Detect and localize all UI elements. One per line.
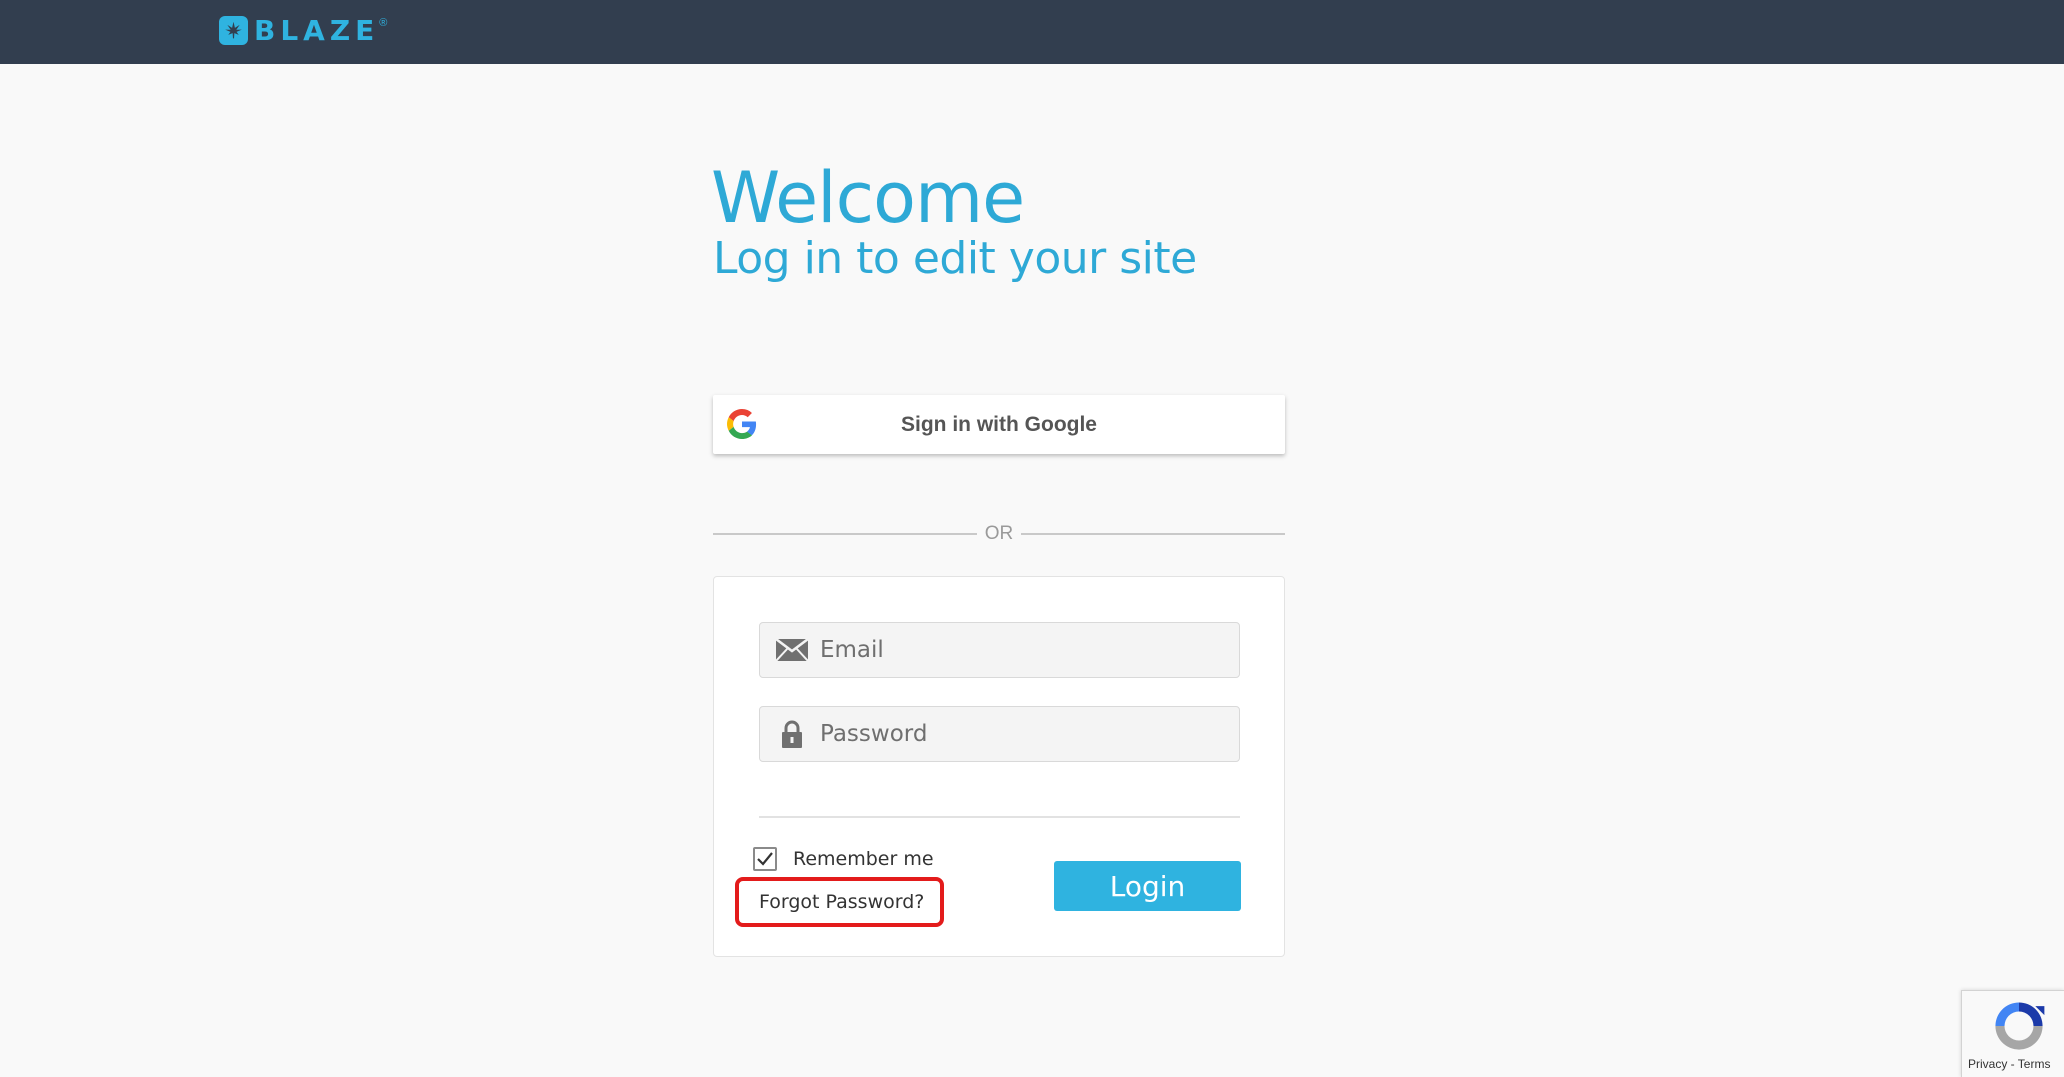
checkmark-icon <box>757 852 773 866</box>
forgot-password-link[interactable]: Forgot Password? <box>759 891 924 913</box>
email-field[interactable] <box>759 622 1240 678</box>
form-divider <box>759 816 1240 818</box>
password-field[interactable] <box>759 706 1240 762</box>
login-button[interactable]: Login <box>1054 861 1241 911</box>
blaze-logo[interactable]: BLAZE ® <box>219 13 388 47</box>
recaptcha-links: Privacy - Terms <box>1968 1057 2050 1071</box>
google-icon <box>727 409 757 439</box>
leaf-icon <box>219 15 248 45</box>
login-subtitle: Log in to edit your site <box>713 233 1197 284</box>
or-text: OR <box>984 523 1014 544</box>
lock-icon <box>775 720 809 748</box>
remember-me-option[interactable]: Remember me <box>753 847 934 871</box>
separator-line-right <box>1021 533 1285 535</box>
separator-line-left <box>713 533 977 535</box>
recaptcha-terms-link[interactable]: Terms <box>2018 1057 2051 1071</box>
registered-mark: ® <box>379 17 388 29</box>
welcome-title: Welcome <box>711 157 1025 239</box>
recaptcha-links-separator: - <box>2007 1057 2018 1071</box>
recaptcha-badge[interactable]: Privacy - Terms <box>1961 990 2064 1077</box>
google-sign-in-button[interactable]: Sign in with Google <box>713 395 1285 454</box>
google-sign-in-label: Sign in with Google <box>901 412 1097 436</box>
password-input[interactable] <box>820 714 1220 754</box>
recaptcha-icon <box>1995 1002 2045 1050</box>
login-form-card: Remember me Forgot Password? Login <box>713 576 1285 957</box>
recaptcha-privacy-link[interactable]: Privacy <box>1968 1057 2007 1071</box>
top-navigation-bar: BLAZE ® <box>0 0 2064 64</box>
brand-name: BLAZE <box>254 13 380 47</box>
remember-me-checkbox[interactable] <box>753 847 777 871</box>
remember-me-label: Remember me <box>793 848 934 870</box>
envelope-icon <box>775 636 809 664</box>
or-separator: OR <box>713 522 1285 546</box>
email-input[interactable] <box>820 630 1220 670</box>
